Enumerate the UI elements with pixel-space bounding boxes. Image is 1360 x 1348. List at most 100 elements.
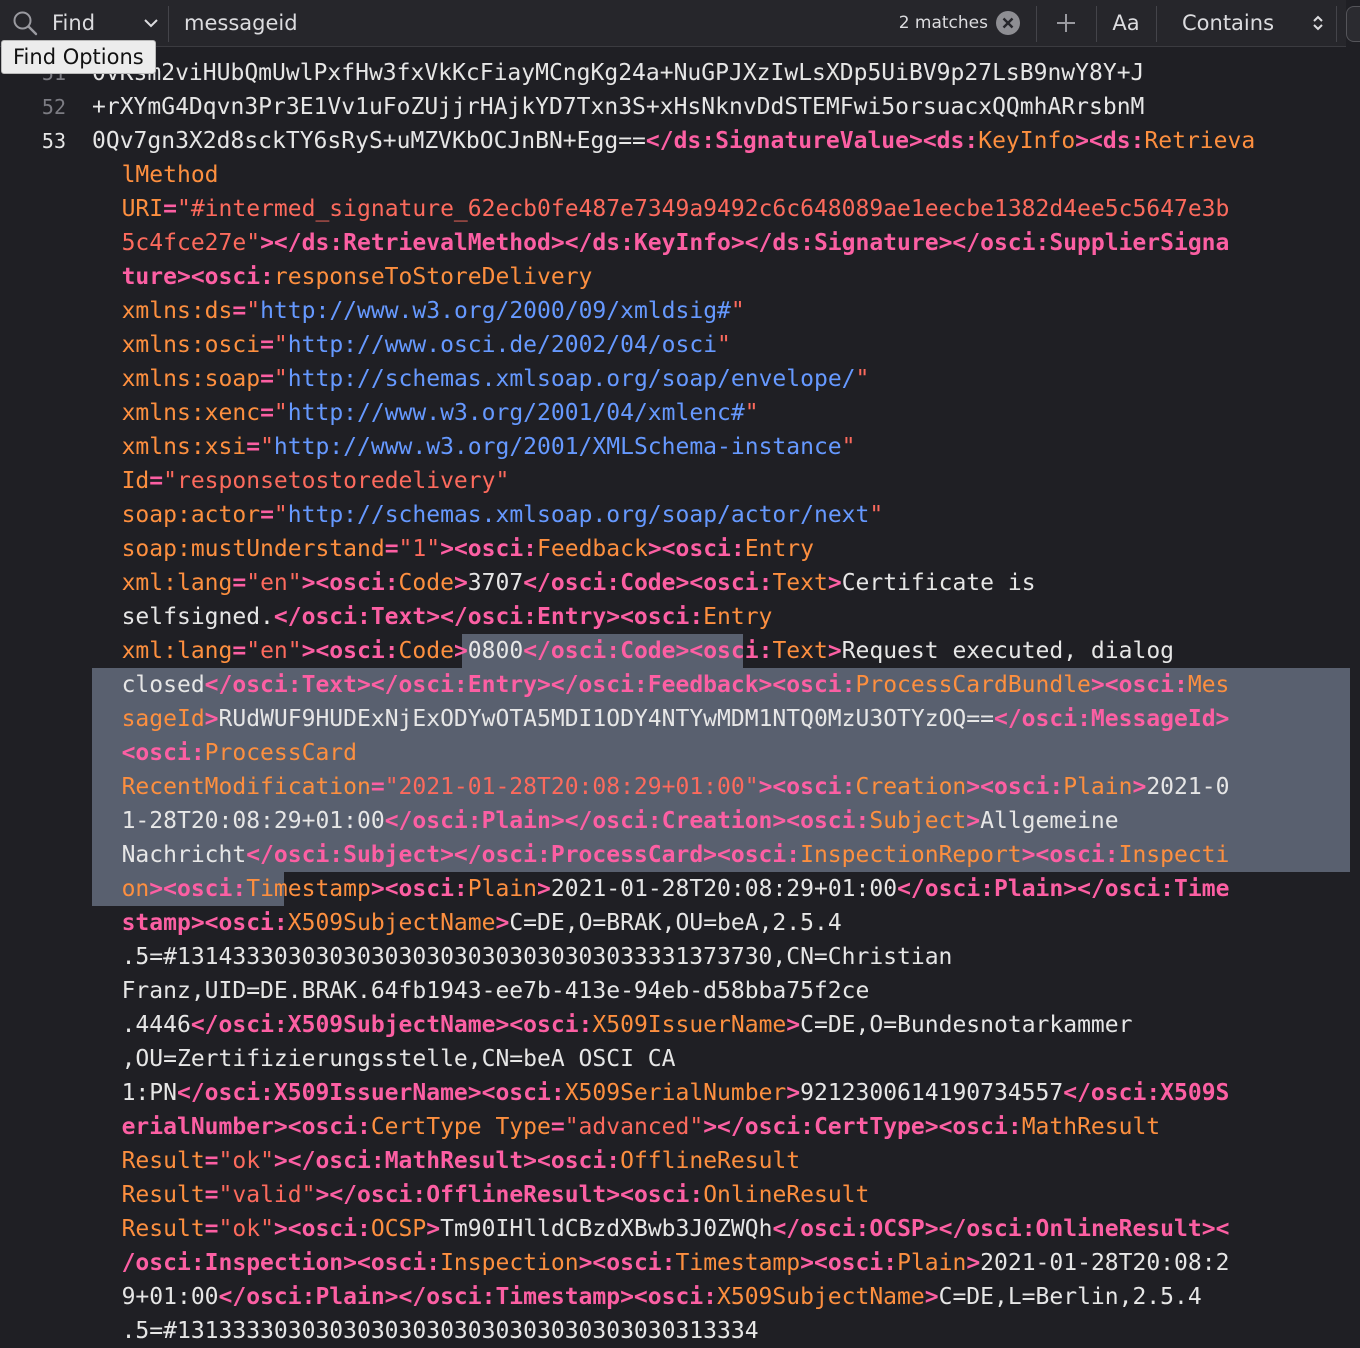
code-line: Franz,UID=DE.BRAK.64fb1943-ee7b-413e-94e… (122, 974, 870, 1008)
code-token: = (260, 502, 274, 528)
code-line: Result="ok"><osci:OCSP>Tm90IHlldCBzdXBwb… (122, 1212, 1230, 1246)
add-pattern-button[interactable] (1040, 0, 1092, 46)
code-line: selfsigned.</osci:Text></osci:Entry><osc… (122, 600, 773, 634)
code-token: Inspection (440, 1250, 579, 1276)
code-token: selfsigned. (121, 604, 274, 630)
code-line: URI="#intermed_signature_62ecb0fe487e734… (122, 192, 1230, 226)
match-mode-select[interactable]: Contains (1160, 0, 1336, 46)
code-token: Text (772, 638, 828, 664)
code-token: CertType Type (370, 1114, 551, 1140)
code-token: = (370, 774, 385, 800)
code-token: Subject (869, 808, 967, 834)
code-token: " (273, 366, 288, 392)
code-token: 2021-01-28T20:08:29+01:00 (550, 876, 898, 902)
code-token: Plain (1063, 774, 1133, 800)
code-token: "en" (246, 638, 302, 664)
code-token: "en" (246, 570, 302, 596)
code-token: soap:actor (121, 502, 261, 528)
code-token: Plain (467, 876, 538, 902)
code-token: = (260, 366, 274, 392)
code-token: ></osci:MathResult><osci: (273, 1148, 621, 1174)
code-token: xml:lang (121, 570, 233, 596)
code-token: </osci:Plain></osci:Creation><osci: (384, 808, 870, 834)
code-line: soap:actor="http://schemas.xmlsoap.org/s… (122, 498, 884, 532)
find-bar: Find 2 matches Aa Contains (0, 0, 1346, 47)
code-line: 1-28T20:08:29+01:00</osci:Plain></osci:C… (122, 804, 1119, 838)
match-mode-label: Contains (1182, 11, 1275, 35)
code-token: xmlns:xenc (121, 400, 261, 426)
code-line: 0vKsm2viHUbQmUwlPxfHw3fxVkKcFiayMCngKg24… (92, 56, 1144, 90)
code-token: > (1132, 774, 1147, 800)
code-token: > (786, 1012, 801, 1038)
code-token: xmlns:ds (121, 298, 233, 324)
code-line: .5=#131433303030303030303030303030303333… (122, 940, 953, 974)
code-token: Tm90IHlldCBzdXBwb3J0ZWQh (440, 1216, 773, 1242)
code-token: ><osci: (301, 570, 399, 596)
code-token: > (204, 706, 219, 732)
code-token: OCSP (370, 1216, 427, 1242)
code-token: " (246, 298, 261, 324)
code-token: OfflineResult (620, 1148, 801, 1174)
code-token: Result (121, 1148, 205, 1174)
code-token: > (453, 638, 468, 664)
code-token: Creation (855, 774, 967, 800)
code-token: </osci:Subject></osci:ProcessCard><osci: (246, 842, 801, 868)
code-token: = (550, 1114, 565, 1140)
code-token: RecentModification (121, 774, 371, 800)
code-line: lMethod (122, 158, 219, 192)
code-token: Franz,UID=DE.BRAK.64fb1943-ee7b-413e-94e… (121, 978, 870, 1004)
code-line: Result="valid"></osci:OfflineResult><osc… (122, 1178, 870, 1212)
code-token: http://www.w3.org/2000/09/xmldsig# (260, 298, 731, 324)
code-token: ><osci: (273, 1216, 371, 1242)
code-token: on (121, 876, 150, 902)
code-token: > (426, 1216, 441, 1242)
find-options-tooltip: Find Options (1, 40, 156, 74)
match-count: 2 matches (898, 13, 988, 33)
code-token: ><osci: (370, 876, 468, 902)
code-token: " (717, 332, 731, 358)
code-token: X509SerialNumber (564, 1080, 787, 1106)
code-line: .5=#131333303030303030303030303030303030… (122, 1314, 759, 1348)
clear-icon (996, 11, 1020, 35)
code-token: ><osci: (800, 1250, 898, 1276)
code-token: ><osci: (578, 1250, 676, 1276)
search-input[interactable] (168, 0, 868, 46)
code-token: ><osci: (647, 536, 745, 562)
code-token: </osci:X509SubjectName><osci: (190, 1012, 593, 1038)
code-token: 0vKsm2viHUbQmUwlPxfHw3fxVkKcFiayMCngKg24… (92, 60, 1145, 86)
code-token: = (232, 638, 247, 664)
next-field-edge[interactable] (1346, 6, 1360, 42)
code-token: Code (398, 638, 454, 664)
code-token: Id (121, 468, 150, 494)
code-token: URI (121, 196, 164, 222)
code-token: responseToStoreDelivery (273, 264, 593, 290)
code-token: Nachricht (121, 842, 247, 868)
code-line: .4446</osci:X509SubjectName><osci:X509Is… (122, 1008, 1133, 1042)
code-line: /osci:Inspection><osci:Inspection><osci:… (122, 1246, 1230, 1280)
code-token: 1-28T20:08:29+01:00 (121, 808, 385, 834)
code-token: = (204, 1148, 219, 1174)
code-line: soap:mustUnderstand="1"><osci:Feedback><… (122, 532, 814, 566)
code-token: > (786, 1080, 801, 1106)
code-token: Inspecti (1118, 842, 1230, 868)
code-line: ,OU=Zertifizierungsstelle,CN=beA OSCI CA (122, 1042, 676, 1076)
code-token: X509SubjectName (287, 910, 496, 936)
code-token: = (204, 1182, 219, 1208)
find-mode-label: Find (52, 11, 96, 35)
code-line: Nachricht</osci:Subject></osci:ProcessCa… (122, 838, 1230, 872)
code-token: " (841, 434, 856, 460)
code-line: on><osci:Timestamp><osci:Plain>2021-01-2… (122, 872, 1230, 906)
code-token: closed (121, 672, 205, 698)
code-token: C=DE,O=BRAK,OU=beA,2.5.4 (509, 910, 842, 936)
code-token: Text (772, 570, 828, 596)
code-token: 2021-01-28T20:08:2 (980, 1250, 1230, 1276)
code-token: sageId (121, 706, 205, 732)
code-token: = (204, 1216, 219, 1242)
clear-search-button[interactable] (994, 0, 1022, 46)
code-token: xmlns:soap (121, 366, 261, 392)
code-token: http://www.w3.org/2001/XMLSchema-instanc… (273, 434, 842, 460)
match-case-button[interactable]: Aa (1098, 0, 1154, 46)
code-token: 0Qv7gn3X2d8sckTY6sRyS+uMZVKbOCJnBN+Egg== (92, 128, 646, 154)
code-token: C=DE,O=Bundesnotarkammer (800, 1012, 1133, 1038)
code-token: </osci:Code><osci: (523, 570, 773, 596)
